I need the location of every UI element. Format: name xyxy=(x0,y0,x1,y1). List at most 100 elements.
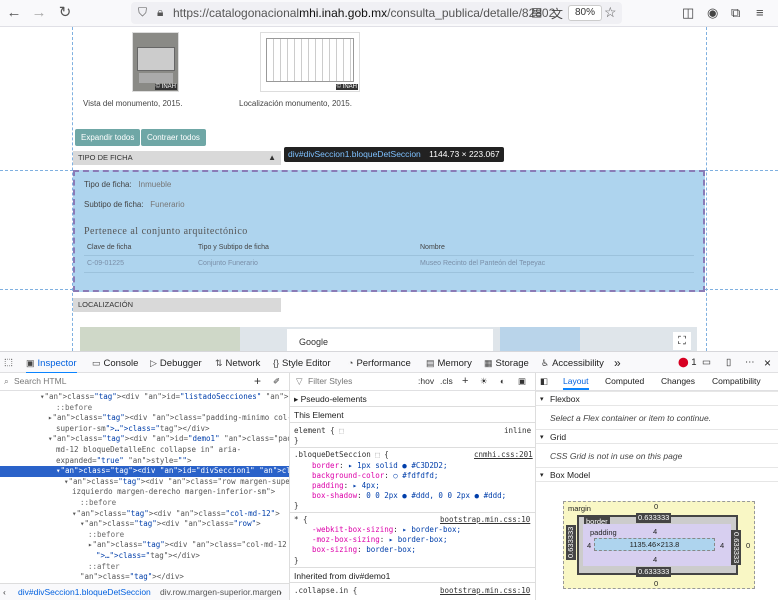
cls-toggle[interactable]: .cls xyxy=(440,373,453,390)
error-badge[interactable]: ⬤ 1 xyxy=(678,352,697,374)
account-icon[interactable]: ◉ xyxy=(707,5,718,21)
padding-bottom-value[interactable]: 4 xyxy=(653,555,657,564)
css-declaration[interactable]: box-shadow: 0 0 2px ● #ddd, 0 0 2px ● #d… xyxy=(312,491,535,501)
markup-node[interactable]: expanded="true" "an">style=""> xyxy=(0,456,289,467)
flexbox-section-toggle[interactable]: ▾ Flexbox xyxy=(536,391,778,406)
tab-changes[interactable]: Changes xyxy=(661,373,695,390)
pocket-icon[interactable]: ◫ xyxy=(682,5,694,21)
url-text[interactable]: https://catalogonacionalmhi.inah.gob.mx/… xyxy=(173,6,555,20)
margin-right-value[interactable]: 0 xyxy=(746,541,750,550)
add-node-icon[interactable]: + xyxy=(254,373,261,390)
extensions-icon[interactable]: ⧉ xyxy=(731,5,740,21)
markup-node[interactable]: ▸"an">class="tag"><div "an">class="paddi… xyxy=(0,413,289,424)
table-cell-link[interactable]: C-09-01225 xyxy=(87,260,124,267)
css-declaration[interactable]: border: ▸ 1px solid ● #C3D2D2; xyxy=(312,461,535,471)
chevron-up-icon[interactable]: ▲ xyxy=(268,151,276,165)
markup-node[interactable]: ▾"an">class="tag"><div "an">class="row"> xyxy=(0,519,289,530)
grid-section-toggle[interactable]: ▾ Grid xyxy=(536,429,778,444)
markup-node[interactable]: ▾"an">class="tag"><div "an">id="demo1" "… xyxy=(0,434,289,445)
tab-compatibility[interactable]: Compatibility xyxy=(712,373,761,390)
box-model-section-toggle[interactable]: ▾ Box Model xyxy=(536,467,778,482)
element-rule[interactable]: element { ⬚ xyxy=(294,426,535,436)
print-media-icon[interactable]: ▣ xyxy=(518,373,526,390)
responsive-icon[interactable]: ▭ xyxy=(702,352,711,374)
address-bar[interactable]: ⛉ 🔒︎ https://catalogonacionalmhi.inah.go… xyxy=(131,2,622,24)
breadcrumb-prev-icon[interactable]: ‹ xyxy=(3,584,6,600)
options-icon[interactable]: ⋯ xyxy=(745,352,755,374)
markup-node[interactable]: superior-sm">…">class="tag"></div> xyxy=(0,424,289,435)
css-declaration[interactable]: -webkit-box-sizing: ▸ border-box; xyxy=(312,525,535,535)
markup-node[interactable]: ">…">class="tag"></div> xyxy=(0,551,289,562)
translate-icon[interactable]: 文 xyxy=(551,5,563,22)
reload-icon[interactable]: ↻ xyxy=(55,4,75,22)
breadcrumb-item[interactable]: div.row.margen-superior.margen xyxy=(160,584,281,600)
tab-debugger[interactable]: ▷ Debugger xyxy=(150,352,202,374)
markup-node[interactable]: ▾"an">class="tag"><div "an">class="row m… xyxy=(0,477,289,488)
section-header-localizacion[interactable]: LOCALIZACIÓN xyxy=(73,298,281,312)
pseudo-elements-toggle[interactable]: ▸ Pseudo-elements xyxy=(290,391,535,407)
sidebar-toggle-icon[interactable]: ◧ xyxy=(540,373,548,390)
rule-source-link[interactable]: bootstrap.min.css:10 xyxy=(440,515,530,525)
breadcrumb-next-icon[interactable]: › xyxy=(279,584,282,600)
tab-console[interactable]: ▭ Console xyxy=(92,352,138,374)
padding-right-value[interactable]: 4 xyxy=(720,541,724,550)
eyedropper-icon[interactable]: ✐ xyxy=(273,373,280,390)
section-header-tipo[interactable]: TIPO DE FICHA ▲ xyxy=(73,151,281,165)
forward-icon[interactable]: → xyxy=(29,4,49,22)
lock-icon[interactable]: 🔒︎ xyxy=(157,5,163,20)
expand-all-button[interactable]: Expandir todos xyxy=(75,129,141,146)
padding-top-value[interactable]: 4 xyxy=(653,527,657,536)
tab-style-editor[interactable]: {} Style Editor xyxy=(273,352,331,374)
back-icon[interactable]: ← xyxy=(4,4,24,22)
border-top-value[interactable]: 0.633333 xyxy=(636,513,672,523)
border-bottom-value[interactable]: 0.633333 xyxy=(636,567,672,577)
dark-theme-icon[interactable]: ◐ xyxy=(500,373,505,390)
tab-computed[interactable]: Computed xyxy=(605,373,644,390)
monument-photo[interactable]: © INAH xyxy=(132,32,179,92)
location-map-thumb[interactable]: © INAH xyxy=(260,32,360,92)
css-declaration[interactable]: -moz-box-sizing: ▸ border-box; xyxy=(312,535,535,545)
hov-toggle[interactable]: :hov xyxy=(418,373,434,390)
markup-node[interactable]: "an">class="tag"></div> xyxy=(0,572,289,583)
margin-bottom-value[interactable]: 0 xyxy=(654,579,658,588)
embedded-map[interactable]: Google ⛶ xyxy=(80,327,697,351)
tab-inspector[interactable]: ▣ Inspector xyxy=(26,352,77,374)
padding-left-value[interactable]: 4 xyxy=(587,541,591,550)
breadcrumb-item[interactable]: div#divSeccion1.bloqueDetSeccion xyxy=(18,584,151,600)
margin-top-value[interactable]: 0 xyxy=(654,502,658,511)
markup-node[interactable]: ::after xyxy=(0,562,289,573)
box-model-content[interactable]: 1135.46×213.8 xyxy=(594,538,715,551)
light-theme-icon[interactable]: ☀ xyxy=(480,373,488,390)
markup-node[interactable]: izquierdo margen-derecho margen-inferior… xyxy=(0,487,289,498)
tab-layout[interactable]: Layout xyxy=(563,373,589,390)
markup-node[interactable]: ::before xyxy=(0,530,289,541)
rule-source-link[interactable]: bootstrap.min.css:10 xyxy=(440,586,530,596)
markup-node[interactable]: ::before xyxy=(0,498,289,509)
border-right-value[interactable]: 0.633333 xyxy=(731,530,741,566)
shield-icon[interactable]: ⛉ xyxy=(138,5,147,20)
css-declaration[interactable]: background-color: ○ #fdfdfd; xyxy=(312,471,535,481)
css-declaration[interactable]: padding: ▸ 4px; xyxy=(312,481,535,491)
selected-node[interactable]: ▾"an">class="tag"><div "an">id="divSecci… xyxy=(0,466,289,477)
bookmark-star-icon[interactable]: ☆ xyxy=(604,4,617,21)
more-tabs-icon[interactable]: » xyxy=(614,352,621,374)
markup-node[interactable]: ▸"an">class="tag"><div "an">class="col-m… xyxy=(0,540,289,551)
tab-memory[interactable]: ▤ Memory xyxy=(426,352,472,374)
zoom-level-button[interactable]: 80% xyxy=(568,5,603,21)
fullscreen-icon[interactable]: ⛶ xyxy=(673,332,691,350)
border-left-value[interactable]: 0.633333 xyxy=(566,524,576,560)
markup-node[interactable]: ▾"an">class="tag"><div "an">id="listadoS… xyxy=(0,392,289,403)
search-html-input[interactable]: Search HTML xyxy=(14,373,66,390)
reader-view-icon[interactable]: ▤ xyxy=(531,5,542,19)
close-icon[interactable]: × xyxy=(764,352,771,374)
tab-storage[interactable]: ▦ Storage xyxy=(484,352,529,374)
add-rule-icon[interactable]: + xyxy=(462,373,468,390)
dock-icon[interactable]: ▯ xyxy=(726,352,731,374)
markup-node[interactable]: ::before xyxy=(0,403,289,414)
markup-node[interactable]: md-12 bloqueDetalleEnc collapse in" aria… xyxy=(0,445,289,456)
pick-element-icon[interactable]: ⬚ xyxy=(4,352,13,374)
markup-node[interactable]: ▾"an">class="tag"><div "an">class="col-m… xyxy=(0,509,289,520)
tab-network[interactable]: ⇅ Network xyxy=(215,352,260,374)
tab-performance[interactable]: ◔ Performance xyxy=(348,352,411,374)
tab-accessibility[interactable]: ♿︎ Accessibility xyxy=(541,352,604,374)
